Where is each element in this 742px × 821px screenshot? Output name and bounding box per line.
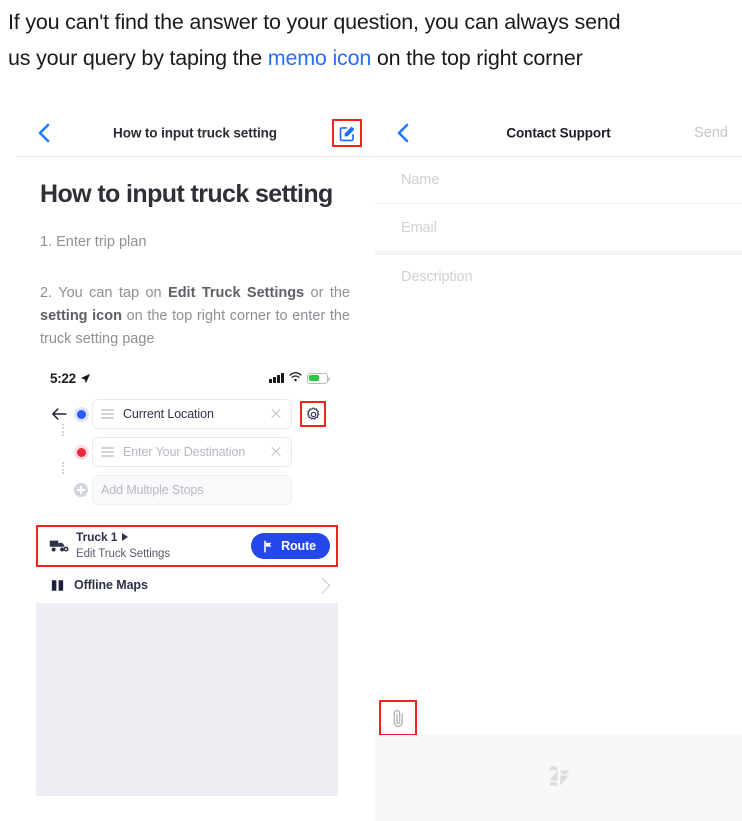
mock-status-bar: 5:22 (36, 365, 338, 391)
description-field[interactable]: Description (375, 255, 742, 315)
offline-maps-label: Offline Maps (74, 578, 148, 592)
cellular-signal-icon (269, 373, 284, 383)
offline-maps-row[interactable]: Offline Maps (36, 567, 338, 604)
article-title: How to input truck setting (40, 180, 333, 208)
right-navbar: Contact Support Send (375, 110, 742, 157)
route-button-label: Route (281, 539, 316, 553)
route-button[interactable]: Route (251, 533, 330, 559)
truck-name: Truck 1 (76, 530, 118, 544)
article-step-1: 1. Enter trip plan (40, 234, 147, 250)
memo-icon-link[interactable]: memo icon (268, 46, 372, 70)
send-button[interactable]: Send (694, 125, 728, 141)
caption-line-1: If you can't find the answer to your que… (8, 10, 621, 34)
drag-handle-icon (101, 446, 114, 458)
step2-part-a: 2. You can tap on (40, 285, 169, 301)
caption-line-2-pre: us your query by taping the (8, 46, 268, 70)
origin-input[interactable]: Current Location (92, 399, 292, 429)
page-caption: If you can't find the answer to your que… (8, 4, 734, 76)
battery-charging-icon (307, 372, 331, 384)
origin-value: Current Location (123, 407, 214, 421)
compose-memo-icon (339, 126, 354, 141)
destination-dot-icon (70, 447, 92, 457)
status-time: 5:22 (50, 370, 76, 386)
edit-truck-settings-label: Edit Truck Settings (76, 548, 170, 560)
left-panel-article-screen: How to input truck setting How to input … (16, 110, 374, 821)
plus-circle-icon[interactable] (70, 483, 92, 497)
email-field[interactable]: Email (375, 204, 742, 255)
step2-bold-setting-icon: setting icon (40, 308, 122, 324)
map-book-icon (44, 578, 70, 593)
contact-support-title: Contact Support (506, 125, 611, 141)
truck-row-text: Truck 1 Edit Truck Settings (72, 530, 251, 562)
footer-watermark (375, 735, 742, 821)
route-flag-icon (264, 540, 272, 552)
origin-row: Current Location (48, 399, 326, 429)
article-step-2: 2. You can tap on Edit Truck Settings or… (40, 282, 350, 351)
close-x-icon[interactable] (269, 445, 283, 459)
paperclip-attachment-icon (393, 709, 403, 727)
add-stops-placeholder: Add Multiple Stops (101, 483, 204, 497)
zendesk-logo-watermark (548, 765, 569, 786)
drag-handle-icon (101, 408, 114, 420)
trip-plan-inputs: Current Location Enter Your Destination (36, 391, 338, 519)
step2-part-c: or the (304, 285, 350, 301)
right-panel-contact-support: Contact Support Send Name Email Descript… (375, 110, 742, 821)
destination-input[interactable]: Enter Your Destination (92, 437, 292, 467)
caption-line-2: us your query by taping the memo icon on… (8, 40, 734, 76)
mock-back-button[interactable] (48, 407, 70, 421)
email-placeholder: Email (401, 219, 437, 236)
gear-settings-icon (306, 406, 319, 420)
wifi-icon (289, 369, 302, 387)
name-placeholder: Name (401, 172, 440, 188)
add-multiple-stops-input[interactable]: Add Multiple Stops (92, 475, 292, 505)
arrow-left-icon (51, 408, 67, 420)
truck-settings-gear-button[interactable] (300, 401, 326, 427)
add-stops-row: Add Multiple Stops (48, 475, 326, 505)
page-title: How to input truck setting (113, 125, 277, 141)
attachment-button[interactable] (379, 700, 417, 736)
close-x-icon[interactable] (269, 407, 283, 421)
map-placeholder (36, 604, 338, 796)
step2-bold-edit-truck-settings: Edit Truck Settings (168, 285, 305, 301)
left-navbar: How to input truck setting (16, 110, 374, 157)
name-field[interactable]: Name (375, 157, 742, 204)
triangle-right-icon (122, 533, 129, 541)
memo-compose-button[interactable] (332, 119, 362, 147)
truck-settings-icon (46, 538, 72, 554)
embedded-app-screenshot: 5:22 Current Location Enter Your Destina… (36, 365, 338, 796)
caption-line-2-post: on the top right corner (371, 46, 583, 70)
article-body: How to input truck setting 1. Enter trip… (16, 157, 374, 351)
truck-name-line: Truck 1 (76, 530, 251, 544)
truck-settings-row[interactable]: Truck 1 Edit Truck Settings Route (36, 525, 338, 567)
status-indicators (269, 369, 331, 387)
destination-row: Enter Your Destination (48, 437, 326, 467)
location-arrow-icon (80, 373, 91, 384)
description-placeholder: Description (401, 269, 473, 285)
destination-placeholder: Enter Your Destination (123, 445, 246, 459)
chevron-right-icon (314, 577, 331, 593)
origin-dot-icon (70, 409, 92, 419)
